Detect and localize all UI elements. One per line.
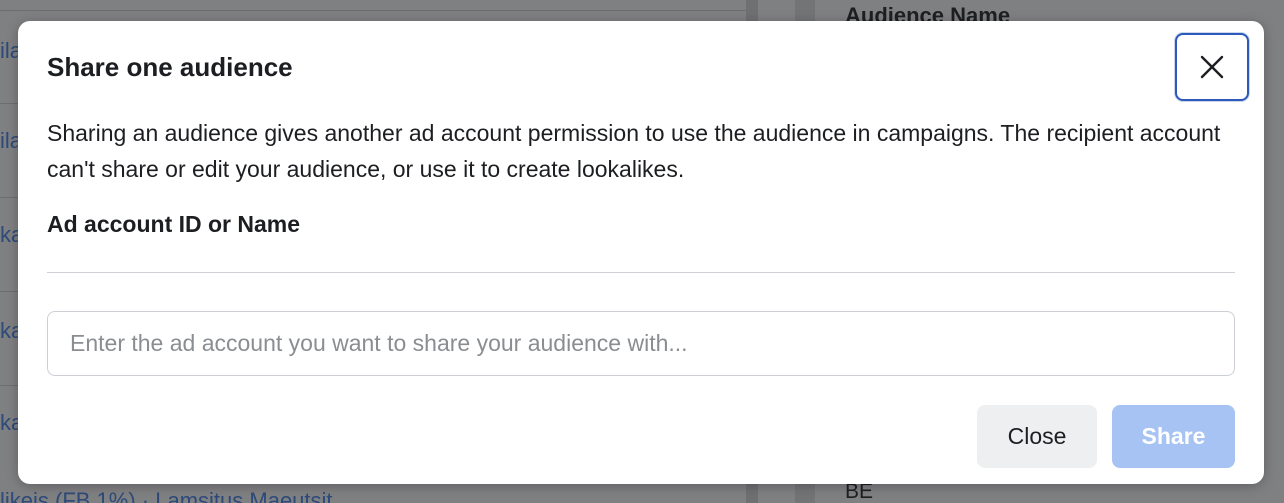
close-button[interactable]: Close: [977, 405, 1097, 468]
share-audience-dialog: Share one audience Sharing an audience g…: [18, 21, 1264, 484]
ad-account-search-input[interactable]: [47, 311, 1235, 376]
close-icon: [1199, 54, 1225, 80]
list-divider: [0, 10, 746, 11]
share-button[interactable]: Share: [1112, 405, 1235, 468]
dialog-title: Share one audience: [47, 52, 293, 82]
dialog-description: Sharing an audience gives another ad acc…: [47, 120, 1221, 182]
list-item-link: likeis (FB 1%) · Lamsitus Maeutsit...: [0, 488, 351, 503]
ad-account-field-label: Ad account ID or Name: [47, 211, 301, 237]
field-divider: [47, 272, 1235, 273]
dialog-close-button[interactable]: [1175, 33, 1249, 101]
